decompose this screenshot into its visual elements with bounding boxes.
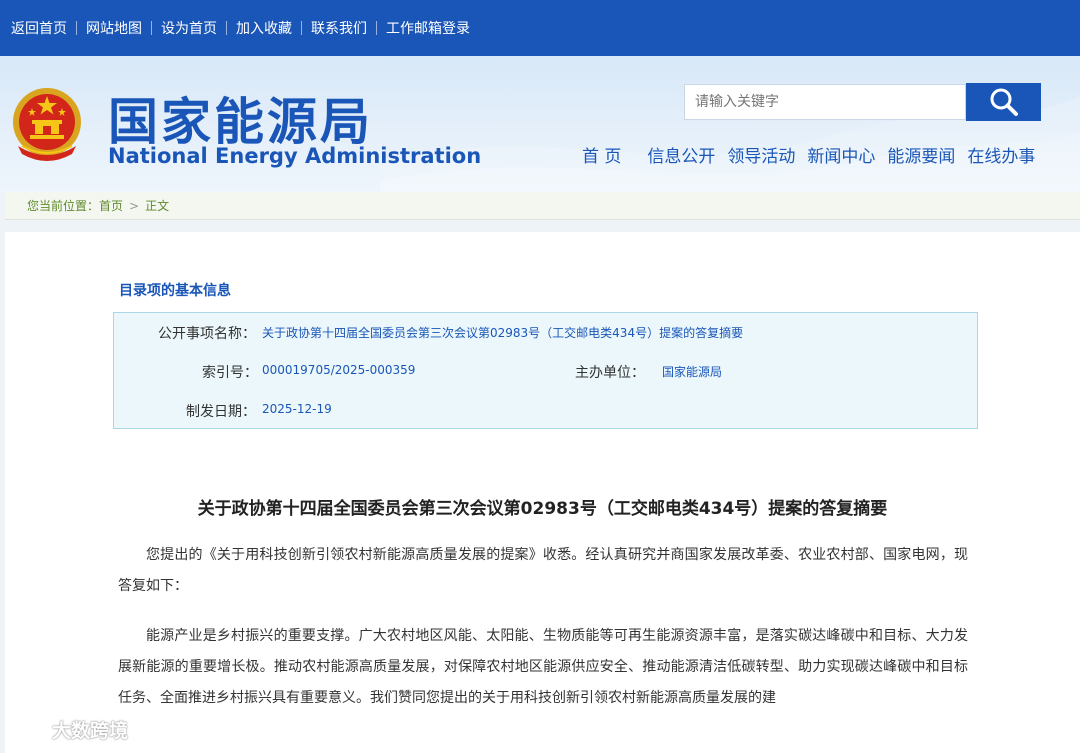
link-contact-us[interactable]: 联系我们 xyxy=(311,18,367,38)
breadcrumb: 您当前位置： 首页 > 正文 xyxy=(5,192,1080,220)
separator xyxy=(226,21,227,35)
chevron-right-icon: > xyxy=(129,198,140,213)
info-unit-label: 主办单位： xyxy=(575,365,645,381)
separator xyxy=(376,21,377,35)
info-index-label: 索引号： xyxy=(202,365,258,381)
nav-home[interactable]: 首 页 xyxy=(582,142,621,167)
info-unit-value: 国家能源局 xyxy=(662,365,723,379)
breadcrumb-current: 正文 xyxy=(145,199,170,213)
info-section-title: 目录项的基本信息 xyxy=(119,283,231,299)
top-utility-bar: 返回首页 网站地图 设为首页 加入收藏 联系我们 工作邮箱登录 xyxy=(0,0,1080,56)
nav-news-center[interactable]: 新闻中心 xyxy=(807,142,875,167)
search-icon xyxy=(990,88,1018,116)
link-back-home[interactable]: 返回首页 xyxy=(11,18,67,38)
link-site-map[interactable]: 网站地图 xyxy=(86,18,142,38)
separator xyxy=(76,21,77,35)
info-table: 公开事项名称： 关于政协第十四届全国委员会第三次会议第02983号（工交邮电类4… xyxy=(113,312,978,429)
main-content: 目录项的基本信息 公开事项名称： 关于政协第十四届全国委员会第三次会议第0298… xyxy=(5,232,1080,753)
watermark-logo-icon xyxy=(8,719,48,739)
info-name-label: 公开事项名称： xyxy=(158,326,256,342)
info-date-label: 制发日期： xyxy=(186,404,256,420)
watermark: 大数跨境 xyxy=(8,716,128,743)
info-date-value: 2025-12-19 xyxy=(262,402,332,416)
breadcrumb-home[interactable]: 首页 xyxy=(99,197,123,214)
link-work-email-login[interactable]: 工作邮箱登录 xyxy=(386,18,470,38)
article-paragraph: 您提出的《关于用科技创新引领农村新能源高质量发展的提案》收悉。经认真研究并商国家… xyxy=(118,547,968,594)
search-button[interactable] xyxy=(966,83,1041,121)
search-input[interactable] xyxy=(684,84,966,120)
separator xyxy=(301,21,302,35)
site-header: 国家能源局 National Energy Administration 首 页… xyxy=(0,56,1080,192)
link-add-favorite[interactable]: 加入收藏 xyxy=(236,18,292,38)
nav-online-services[interactable]: 在线办事 xyxy=(967,142,1035,167)
article-paragraph: 能源产业是乡村振兴的重要支撑。广大农村地区风能、太阳能、生物质能等可再生能源资源… xyxy=(118,628,968,706)
info-index-value: 000019705/2025-000359 xyxy=(262,363,416,377)
logo-english-name[interactable]: National Energy Administration xyxy=(108,144,481,168)
info-name-value: 关于政协第十四届全国委员会第三次会议第02983号（工交邮电类434号）提案的答… xyxy=(262,326,744,340)
nav-info-disclosure[interactable]: 信息公开 xyxy=(647,142,715,167)
separator xyxy=(151,21,152,35)
national-emblem-icon[interactable] xyxy=(8,84,86,164)
article-title: 关于政协第十四届全国委员会第三次会议第02983号（工交邮电类434号）提案的答… xyxy=(197,499,888,519)
main-navigation: 首 页 信息公开 领导活动 新闻中心 能源要闻 在线办事 xyxy=(582,142,1047,167)
nav-leadership-activities[interactable]: 领导活动 xyxy=(727,142,795,167)
breadcrumb-prefix: 您当前位置： xyxy=(27,199,100,213)
decorative-wave xyxy=(380,96,1080,192)
watermark-text: 大数跨境 xyxy=(52,720,129,742)
nav-energy-news[interactable]: 能源要闻 xyxy=(887,142,955,167)
link-set-homepage[interactable]: 设为首页 xyxy=(161,18,217,38)
